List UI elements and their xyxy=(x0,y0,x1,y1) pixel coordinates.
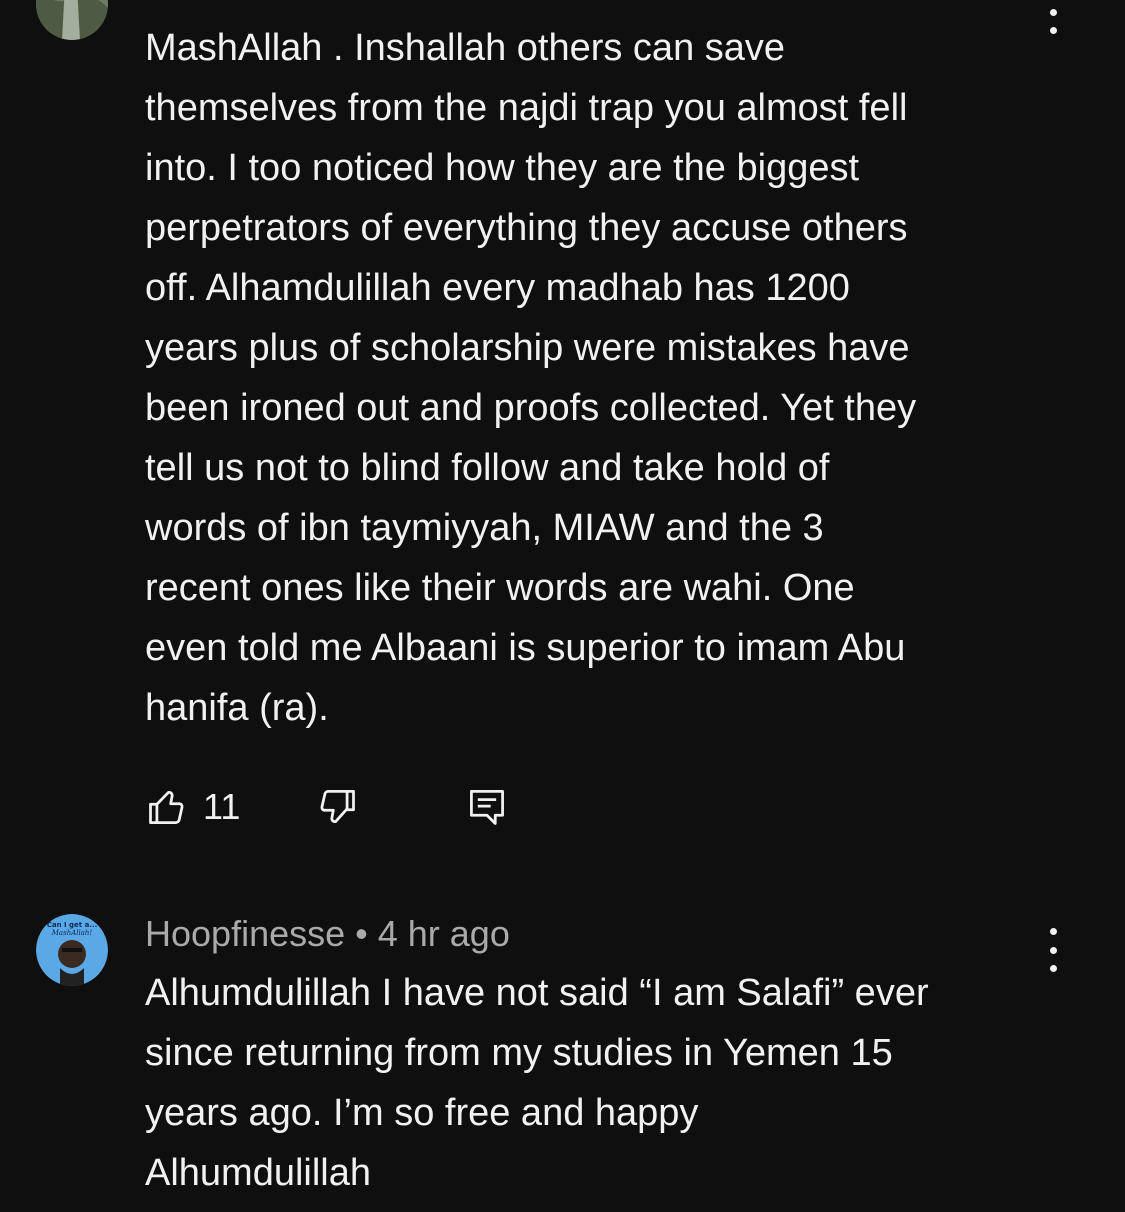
thumbs-down-icon xyxy=(320,790,355,824)
thumbs-up-icon xyxy=(149,790,184,824)
svg-text:Can I get a...: Can I get a... xyxy=(47,921,98,929)
meta-separator: • xyxy=(355,913,368,954)
comment-line: even told me Albaani is superior to imam… xyxy=(145,627,906,669)
avatar-image xyxy=(36,0,108,40)
comment-line: Alhumdulillah I have not said “I am Sala… xyxy=(145,972,929,1014)
reply-button[interactable] xyxy=(465,785,509,834)
comment-line: been ironed out and proofs collected. Ye… xyxy=(145,387,917,429)
comment-line: Alhumdulillah xyxy=(145,1152,372,1194)
avatar-image: Can I get a... MashAllah! xyxy=(36,914,108,986)
comment-1-avatar[interactable] xyxy=(36,0,108,40)
comment-line: perpetrators of everything they accuse o… xyxy=(145,207,908,249)
comment-line: off. Alhamdulillah every madhab has 1200 xyxy=(145,267,850,309)
reply-icon xyxy=(470,790,504,825)
comment-line: words of ibn taymiyyah, MIAW and the 3 xyxy=(145,507,824,549)
comment-2: Can I get a... MashAllah! Hoopfinesse • 4 … xyxy=(0,900,1125,1212)
comment-line: themselves from the najdi trap you almos… xyxy=(145,87,908,129)
comment-line: years plus of scholarship were mistakes … xyxy=(145,327,910,369)
comment-2-meta: Hoopfinesse • 4 hr ago xyxy=(145,914,510,954)
comment-line: since returning from my studies in Yemen… xyxy=(145,1032,893,1074)
comment-2-avatar[interactable]: Can I get a... MashAllah! xyxy=(36,914,108,986)
comment-line: MashAllah . Inshallah others can save xyxy=(145,27,786,69)
comment-1: MashAllah . Inshallah others can save th… xyxy=(0,0,1125,880)
like-count: 11 xyxy=(203,786,241,827)
comment-1-text: MashAllah . Inshallah others can save th… xyxy=(145,18,1045,738)
comment-line: into. I too noticed how they are the big… xyxy=(145,147,860,189)
comment-2-text: Alhumdulillah I have not said “I am Sala… xyxy=(145,963,1045,1203)
timestamp: 4 hr ago xyxy=(377,913,510,954)
svg-text:MashAllah!: MashAllah! xyxy=(51,929,93,937)
comment-line: recent ones like their words are wahi. O… xyxy=(145,567,855,609)
comment-line: tell us not to blind follow and take hol… xyxy=(145,447,830,489)
comment-line: years ago. I’m so free and happy xyxy=(145,1092,699,1134)
author-name[interactable]: Hoopfinesse xyxy=(145,913,345,954)
comment-line: hanifa (ra). xyxy=(145,687,329,729)
dislike-button[interactable] xyxy=(315,785,359,834)
like-button[interactable]: 11 xyxy=(145,785,240,834)
